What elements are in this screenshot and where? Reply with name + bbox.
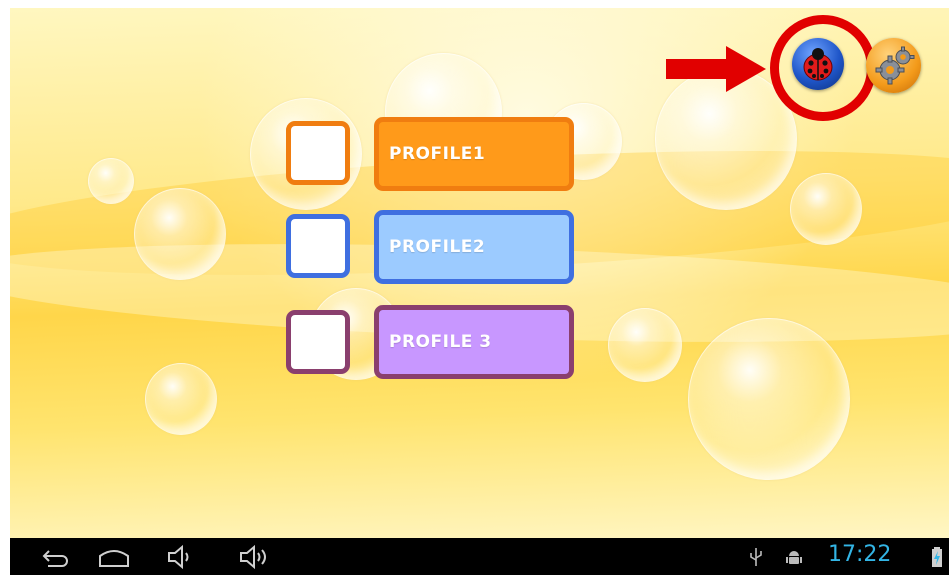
bubble: [608, 308, 682, 382]
profile-label: PROFILE1: [389, 144, 486, 164]
bubble: [88, 158, 134, 204]
profile-button-2[interactable]: PROFILE2: [374, 210, 574, 284]
battery-icon: [932, 547, 942, 567]
system-navigation-bar: 17:22: [10, 538, 949, 575]
bubble: [655, 68, 797, 210]
volume-down-icon[interactable]: [166, 544, 194, 570]
profile-label: PROFILE2: [389, 237, 486, 257]
profile-button-3[interactable]: PROFILE 3: [374, 305, 574, 379]
gears-icon: [875, 46, 915, 85]
bubble: [145, 363, 217, 435]
profile-avatar-1[interactable]: [286, 121, 350, 185]
ladybug-button[interactable]: [792, 38, 844, 90]
profile-avatar-3[interactable]: [286, 310, 350, 374]
volume-up-icon[interactable]: [238, 544, 272, 570]
profile-avatar-2[interactable]: [286, 214, 350, 278]
android-debug-icon: [786, 551, 802, 564]
bubble: [688, 318, 850, 480]
settings-button[interactable]: [866, 38, 921, 93]
profile-label: PROFILE 3: [389, 332, 492, 352]
status-clock: 17:22: [828, 542, 892, 567]
home-icon[interactable]: [96, 544, 132, 570]
ladybug-icon: [803, 48, 833, 81]
bubble: [134, 188, 226, 280]
back-icon[interactable]: [38, 544, 70, 570]
usb-icon: [750, 548, 762, 566]
bubble: [790, 173, 862, 245]
profile-button-1[interactable]: PROFILE1: [374, 117, 574, 191]
